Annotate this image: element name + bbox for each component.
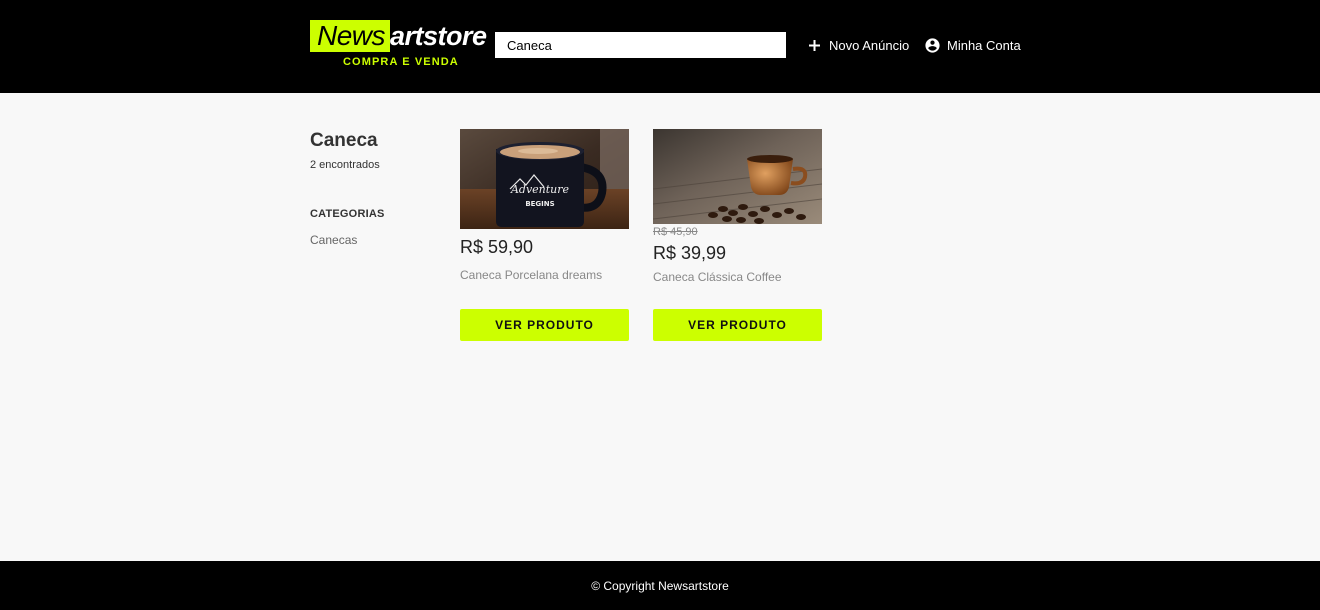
new-listing-label: Novo Anúncio: [829, 37, 910, 53]
product-name[interactable]: Caneca Porcelana dreams: [460, 268, 629, 282]
results-count: 2 encontrados: [310, 159, 380, 171]
product-old-price: R$ 45,90: [653, 226, 698, 238]
new-listing-link[interactable]: Novo Anúncio: [806, 35, 909, 55]
results-title: Caneca: [310, 130, 378, 151]
product-price: R$ 39,99: [653, 243, 727, 263]
brand-logo[interactable]: News artstore COMPRA E VENDA: [310, 20, 490, 70]
product-card: R$ 45,90 R$ 39,99 Caneca Clássica Coffee…: [653, 129, 822, 341]
my-account-label: Minha Conta: [947, 37, 1021, 53]
plus-icon: [806, 37, 823, 54]
logo-tagline: COMPRA E VENDA: [343, 56, 459, 68]
product-image[interactable]: [653, 129, 822, 224]
search-input[interactable]: [495, 32, 786, 58]
category-item-canecas[interactable]: Canecas: [310, 233, 357, 247]
view-product-button[interactable]: VER PRODUTO: [653, 309, 822, 341]
product-name[interactable]: Caneca Clássica Coffee: [653, 270, 822, 284]
product-card: Adventure BEGINS R$ 59,90 Caneca Porcela…: [460, 129, 629, 341]
site-header: News artstore COMPRA E VENDA Novo Anúnci…: [0, 0, 1320, 93]
logo-highlight: News: [310, 20, 391, 52]
account-circle-icon: [924, 37, 941, 54]
svg-text:BEGINS: BEGINS: [525, 200, 554, 208]
logo-wordmark: artstore: [390, 21, 487, 51]
copyright-text: © Copyright Newsartstore: [591, 578, 729, 593]
product-image[interactable]: Adventure BEGINS: [460, 129, 629, 229]
site-footer: © Copyright Newsartstore: [0, 561, 1320, 610]
categories-heading: CATEGORIAS: [310, 208, 385, 220]
my-account-link[interactable]: Minha Conta: [924, 35, 1021, 55]
view-product-button[interactable]: VER PRODUTO: [460, 309, 629, 341]
svg-text:Adventure: Adventure: [510, 183, 570, 196]
product-price: R$ 59,90: [460, 237, 534, 257]
